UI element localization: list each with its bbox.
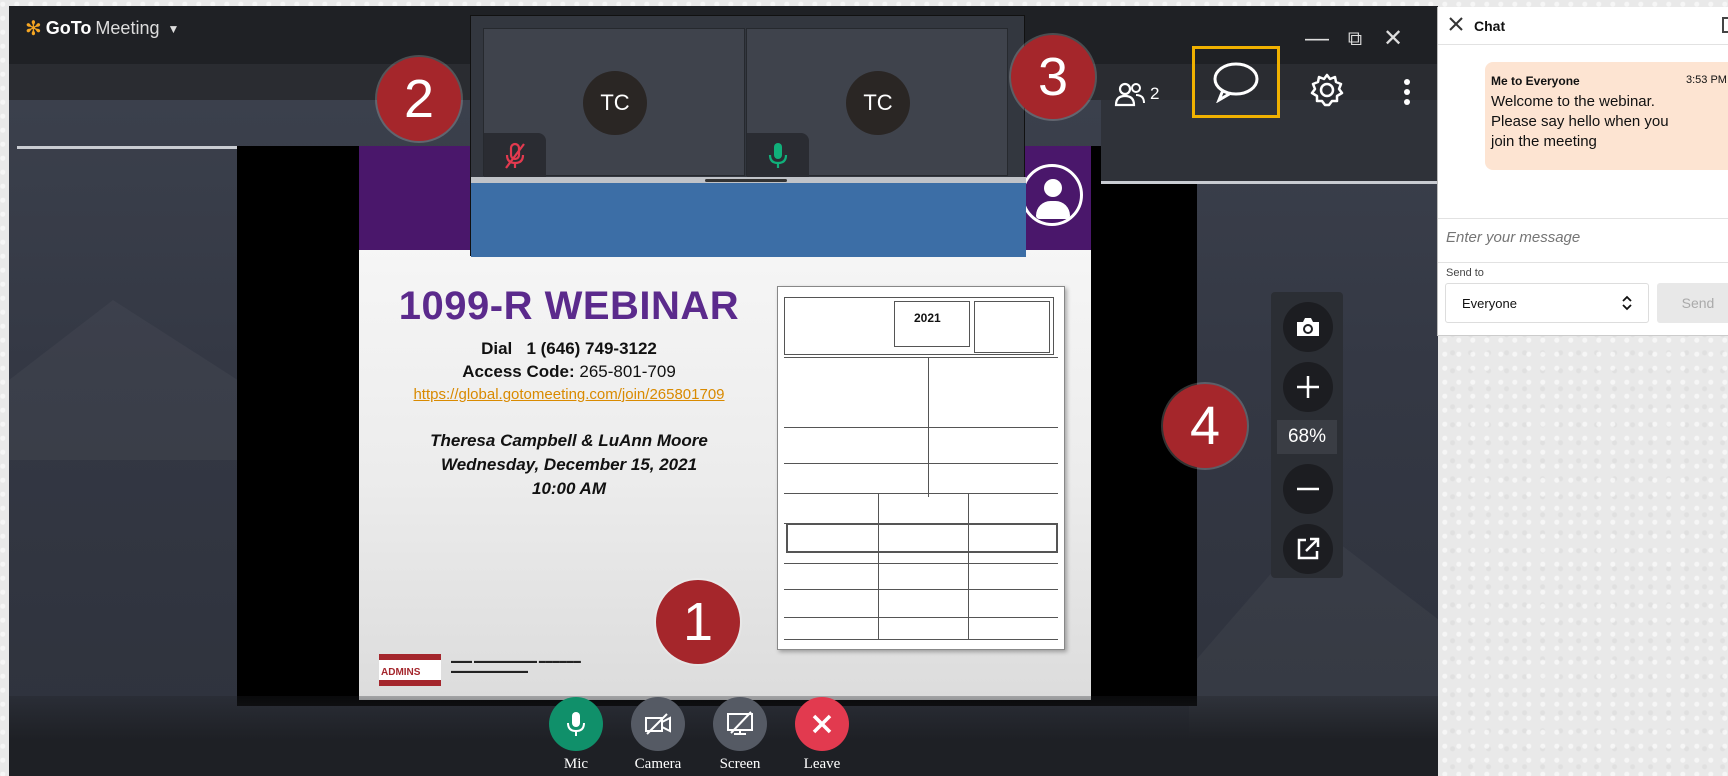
gear-icon: [1310, 73, 1344, 107]
zoom-level: 68%: [1277, 420, 1337, 454]
minimize-button[interactable]: —: [1304, 26, 1330, 52]
camera-icon: [1297, 318, 1319, 336]
snapshot-button[interactable]: [1283, 302, 1333, 352]
mic-icon: [567, 712, 585, 736]
slide-url: ▬▬▬▬▬▬▬▬▬▬▬: [451, 668, 528, 675]
message-body: Welcome to the webinar. Please say hello…: [1491, 93, 1669, 150]
chevron-down-icon: ▼: [167, 21, 180, 36]
mic-icon: [768, 143, 788, 168]
screen-label: Screen: [719, 756, 761, 772]
chat-title: Chat: [1474, 18, 1506, 34]
camera-label: Camera: [634, 756, 682, 772]
mic-button[interactable]: [549, 697, 603, 751]
video-tile[interactable]: TC: [746, 28, 1008, 177]
camera-off-icon: [645, 713, 671, 735]
screen-share-button[interactable]: [713, 697, 767, 751]
chat-panel: Chat Me to Everyone 3:53 PM Welcome to t…: [1437, 7, 1728, 336]
app-name-part1: GoTo: [45, 18, 92, 38]
people-icon: [1114, 82, 1145, 107]
mic-status-badge: [484, 133, 546, 177]
send-button[interactable]: Send: [1657, 283, 1728, 323]
slide-dial-line: Dial 1 (646) 749-3122: [359, 339, 779, 359]
mic-status-badge: [747, 133, 809, 177]
tax-form-image: 2021: [777, 286, 1065, 650]
popout-chat-icon[interactable]: [1722, 17, 1728, 33]
callout-4: 4: [1163, 384, 1247, 468]
minus-icon: [1297, 487, 1319, 491]
chat-bubble-icon: [1213, 62, 1259, 103]
send-to-select[interactable]: Everyone: [1445, 283, 1649, 323]
user-icon: [1021, 164, 1083, 226]
app-menu[interactable]: ✻ GoTo Meeting ▼: [25, 18, 179, 39]
video-strip-footer: [471, 183, 1026, 257]
close-icon: [1449, 17, 1463, 31]
slide-access-line: Access Code: 265-801-709: [359, 362, 779, 382]
chat-close-button[interactable]: [1448, 15, 1464, 38]
chat-input-divider: [1438, 218, 1728, 219]
callout-2: 2: [377, 57, 461, 141]
slide-title: 1099-R WEBINAR: [398, 284, 740, 328]
message-time: 3:53 PM: [1686, 74, 1727, 86]
slide-dial-number: 1 (646) 749-3122: [526, 339, 657, 358]
admins-logo-text: ADMINS: [381, 667, 421, 678]
slide-date: Wednesday, December 15, 2021: [440, 455, 698, 474]
participant-avatar: TC: [583, 71, 647, 135]
chat-message-input[interactable]: [1446, 223, 1726, 251]
form-year: 2021: [914, 311, 941, 325]
zoom-out-button[interactable]: [1283, 464, 1333, 514]
participant-avatar: TC: [846, 71, 910, 135]
zoom-in-button[interactable]: [1283, 362, 1333, 412]
slide-presenters: Theresa Campbell & LuAnn Moore: [430, 431, 708, 450]
leave-label: Leave: [803, 756, 841, 772]
send-to-label: Send to: [1446, 267, 1484, 279]
video-strip: TC TC: [470, 15, 1026, 257]
send-to-value: Everyone: [1462, 295, 1517, 311]
mic-muted-icon: [505, 142, 525, 169]
close-icon: [812, 714, 832, 734]
close-button[interactable]: ✕: [1380, 26, 1406, 52]
slide-access-label: Access Code:: [462, 362, 575, 381]
screen-off-icon: [727, 711, 753, 735]
more-vertical-icon: [1404, 79, 1410, 105]
slide-link: https://global.gotomeeting.com/join/2658…: [413, 386, 725, 403]
resize-handle[interactable]: [705, 179, 787, 182]
slide-dial-label: Dial: [481, 339, 513, 358]
video-tile[interactable]: TC: [483, 28, 745, 177]
slide-tagline: ▬▬▬ ▬▬▬▬▬▬▬▬▬ ▬▬▬▬▬▬: [451, 658, 581, 665]
slide-time: 10:00 AM: [531, 479, 606, 498]
callout-1: 1: [656, 580, 740, 664]
chat-input-divider: [1438, 262, 1728, 263]
settings-button[interactable]: [1309, 72, 1349, 112]
chevron-updown-icon: [1622, 295, 1632, 311]
plus-icon: [1297, 376, 1319, 398]
chat-message: Me to Everyone 3:53 PM Welcome to the we…: [1485, 62, 1728, 170]
callout-3: 3: [1011, 35, 1095, 119]
leave-button[interactable]: [795, 697, 849, 751]
gotomeeting-logo-icon: ✻: [25, 17, 42, 40]
popout-button[interactable]: [1283, 524, 1333, 574]
chat-header-divider: [1438, 44, 1728, 45]
external-link-icon: [1297, 537, 1320, 560]
more-options-button[interactable]: [1397, 74, 1417, 110]
chat-button[interactable]: [1192, 46, 1280, 118]
camera-button[interactable]: [631, 697, 685, 751]
participants-button[interactable]: 2: [1114, 76, 1174, 112]
restore-button[interactable]: ⧉: [1342, 26, 1368, 52]
app-name-part2: Meeting: [95, 18, 160, 38]
message-sender: Me to Everyone: [1491, 74, 1580, 88]
zoom-controls: 68%: [1271, 292, 1343, 578]
slide-access-code: 265-801-709: [579, 362, 676, 381]
mic-label: Mic: [563, 756, 589, 772]
participants-count: 2: [1150, 84, 1160, 103]
